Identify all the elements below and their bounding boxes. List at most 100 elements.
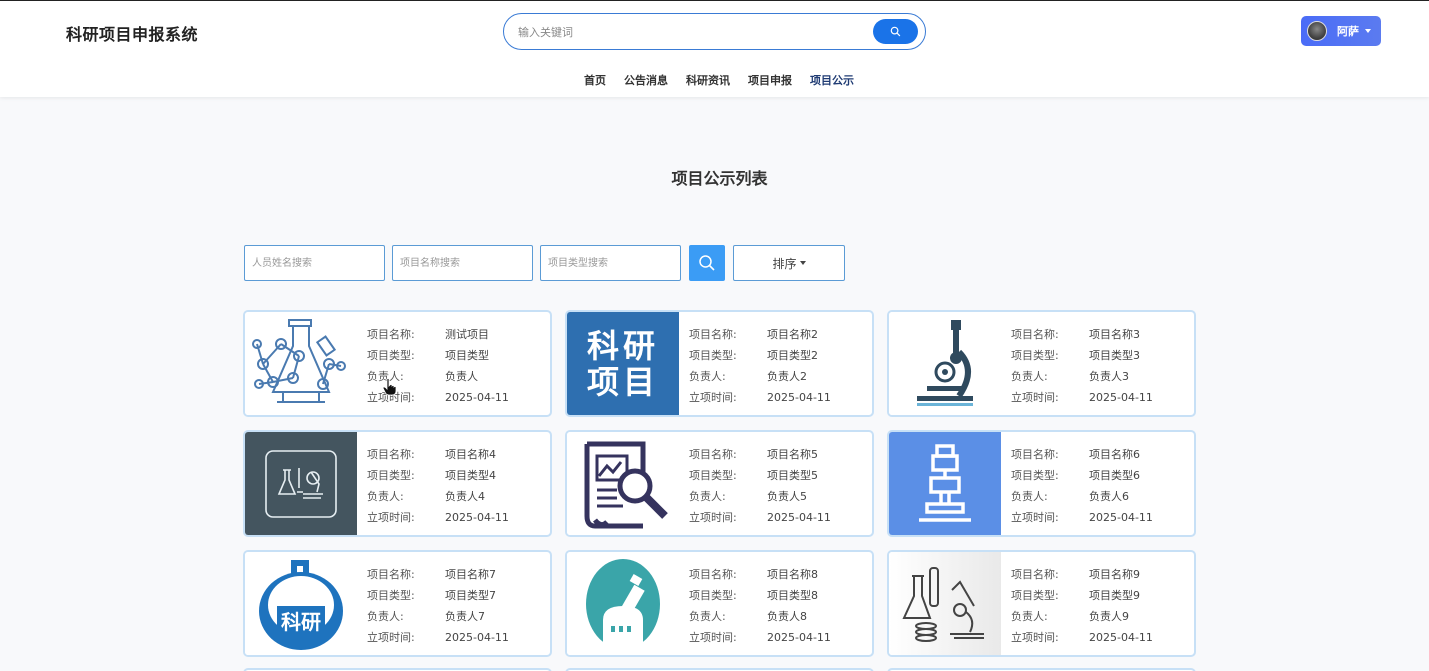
- owner-label: 负责人:: [1011, 490, 1048, 503]
- project-type-label: 项目类型:: [1011, 589, 1059, 602]
- date-label: 立项时间:: [1011, 631, 1059, 644]
- person-name-search-input[interactable]: [244, 245, 385, 281]
- project-name-label: 项目名称:: [367, 568, 415, 581]
- search-icon: [890, 26, 901, 37]
- date-value: 2025-04-11: [1089, 631, 1153, 644]
- nav-item-project-apply[interactable]: 项目申报: [748, 72, 792, 88]
- project-card[interactable]: 项目名称: 项目名称8 项目类型: 项目类型8 负责人: 负责人8 立项时间: 2025…: [565, 550, 874, 657]
- project-name-label: 项目名称:: [689, 328, 737, 341]
- global-search-input[interactable]: [518, 22, 858, 42]
- project-type-value: 项目类型8: [767, 589, 818, 602]
- project-type-value: 项目类型3: [1089, 349, 1140, 362]
- page-title: 项目公示列表: [671, 169, 768, 188]
- nav-item-project-public[interactable]: 项目公示: [810, 72, 854, 88]
- caret-down-icon: [799, 261, 806, 265]
- project-type-label: 项目类型:: [367, 469, 415, 482]
- chevron-down-icon: [1365, 29, 1371, 33]
- owner-label: 负责人:: [367, 610, 404, 623]
- project-type-search-input[interactable]: [540, 245, 681, 281]
- document-magnifier-icon: [567, 432, 679, 535]
- owner-value: 负责人4: [445, 490, 485, 503]
- nav-item-home[interactable]: 首页: [584, 72, 606, 88]
- owner-value: 负责人7: [445, 610, 485, 623]
- project-card[interactable]: 项目名称: 项目名称3 项目类型: 项目类型3 负责人: 负责人3 立项时间: 2025…: [887, 310, 1196, 417]
- project-type-value: 项目类型6: [1089, 469, 1140, 482]
- project-type-label: 项目类型:: [689, 349, 737, 362]
- nav-item-announcements[interactable]: 公告消息: [624, 72, 668, 88]
- app-title: 科研项目申报系统: [66, 25, 199, 44]
- date-value: 2025-04-11: [1089, 511, 1153, 524]
- owner-value: 负责人5: [767, 490, 807, 503]
- project-name-value: 项目名称9: [1089, 568, 1140, 581]
- sort-dropdown-button[interactable]: 排序: [733, 245, 845, 281]
- thumb-text: 科研: [277, 606, 325, 635]
- project-name-value: 项目名称4: [445, 448, 496, 461]
- project-card[interactable]: 科研 项目名称: 项目名称7 项目类型: 项目类型7 负责人: 负责人7 立项时间: 2…: [243, 550, 552, 657]
- owner-label: 负责人:: [689, 490, 726, 503]
- main-nav: 首页 公告消息 科研资讯 项目申报 项目公示: [584, 72, 872, 88]
- microscope-icon: [889, 312, 1001, 415]
- project-name-value: 项目名称8: [767, 568, 818, 581]
- project-card[interactable]: 项目名称: 测试项目 项目类型: 项目类型 负责人: 负责人 立项时间: 2025-04…: [243, 310, 552, 417]
- project-name-label: 项目名称:: [367, 448, 415, 461]
- project-name-value: 测试项目: [445, 328, 489, 341]
- owner-value: 负责人3: [1089, 370, 1129, 383]
- project-name-search-input[interactable]: [392, 245, 533, 281]
- project-card[interactable]: 项目名称: 项目名称6 项目类型: 项目类型6 负责人: 负责人6 立项时间: 2025…: [887, 430, 1196, 537]
- project-type-label: 项目类型:: [367, 349, 415, 362]
- date-value: 2025-04-11: [767, 391, 831, 404]
- molecule-flask-icon: [245, 312, 357, 415]
- global-search-button[interactable]: [873, 19, 918, 44]
- project-name-value: 项目名称6: [1089, 448, 1140, 461]
- project-card[interactable]: 项目名称: 项目名称4 项目类型: 项目类型4 负责人: 负责人4 立项时间: 2025…: [243, 430, 552, 537]
- keyan-flask-icon: 科研: [245, 552, 357, 655]
- project-type-label: 项目类型:: [367, 589, 415, 602]
- date-value: 2025-04-11: [767, 511, 831, 524]
- global-search-box: [503, 13, 926, 50]
- date-label: 立项时间:: [1011, 511, 1059, 524]
- project-type-value: 项目类型4: [445, 469, 496, 482]
- date-label: 立项时间:: [367, 631, 415, 644]
- owner-value: 负责人9: [1089, 610, 1129, 623]
- lab-tools-icon: [245, 432, 357, 535]
- project-card[interactable]: 项目名称: 项目名称9 项目类型: 项目类型9 负责人: 负责人9 立项时间: 2025…: [887, 550, 1196, 657]
- owner-label: 负责人:: [689, 370, 726, 383]
- date-value: 2025-04-11: [1089, 391, 1153, 404]
- owner-value: 负责人: [445, 370, 478, 383]
- date-label: 立项时间:: [689, 511, 737, 524]
- project-name-value: 项目名称7: [445, 568, 496, 581]
- owner-label: 负责人:: [1011, 610, 1048, 623]
- owner-value: 负责人6: [1089, 490, 1129, 503]
- project-type-value: 项目类型: [445, 349, 489, 362]
- nav-item-research-news[interactable]: 科研资讯: [686, 72, 730, 88]
- project-name-value: 项目名称2: [767, 328, 818, 341]
- date-value: 2025-04-11: [445, 391, 509, 404]
- date-value: 2025-04-11: [445, 511, 509, 524]
- project-name-label: 项目名称:: [367, 328, 415, 341]
- project-card[interactable]: 项目名称: 项目名称5 项目类型: 项目类型5 负责人: 负责人5 立项时间: 2025…: [565, 430, 874, 537]
- date-label: 立项时间:: [689, 631, 737, 644]
- project-name-label: 项目名称:: [1011, 568, 1059, 581]
- sort-label: 排序: [772, 256, 797, 271]
- user-menu-button[interactable]: 阿萨: [1301, 16, 1381, 46]
- project-type-value: 项目类型2: [767, 349, 818, 362]
- beakers-microscope-icon: [889, 552, 1001, 655]
- filter-search-button[interactable]: [689, 245, 725, 281]
- avatar: [1307, 21, 1327, 41]
- owner-label: 负责人:: [689, 610, 726, 623]
- project-name-label: 项目名称:: [1011, 328, 1059, 341]
- project-type-value: 项目类型7: [445, 589, 496, 602]
- owner-value: 负责人8: [767, 610, 807, 623]
- thumb-text: 科研项目: [586, 326, 659, 401]
- project-type-value: 项目类型9: [1089, 589, 1140, 602]
- project-card[interactable]: 科研项目 项目名称: 项目名称2 项目类型: 项目类型2 负责人: 负责人2 立项时间…: [565, 310, 874, 417]
- project-name-label: 项目名称:: [1011, 448, 1059, 461]
- user-name: 阿萨: [1337, 25, 1359, 38]
- date-label: 立项时间:: [1011, 391, 1059, 404]
- project-type-label: 项目类型:: [689, 589, 737, 602]
- owner-label: 负责人:: [367, 490, 404, 503]
- owner-label: 负责人:: [1011, 370, 1048, 383]
- project-type-label: 项目类型:: [689, 469, 737, 482]
- project-name-label: 项目名称:: [689, 448, 737, 461]
- date-value: 2025-04-11: [445, 631, 509, 644]
